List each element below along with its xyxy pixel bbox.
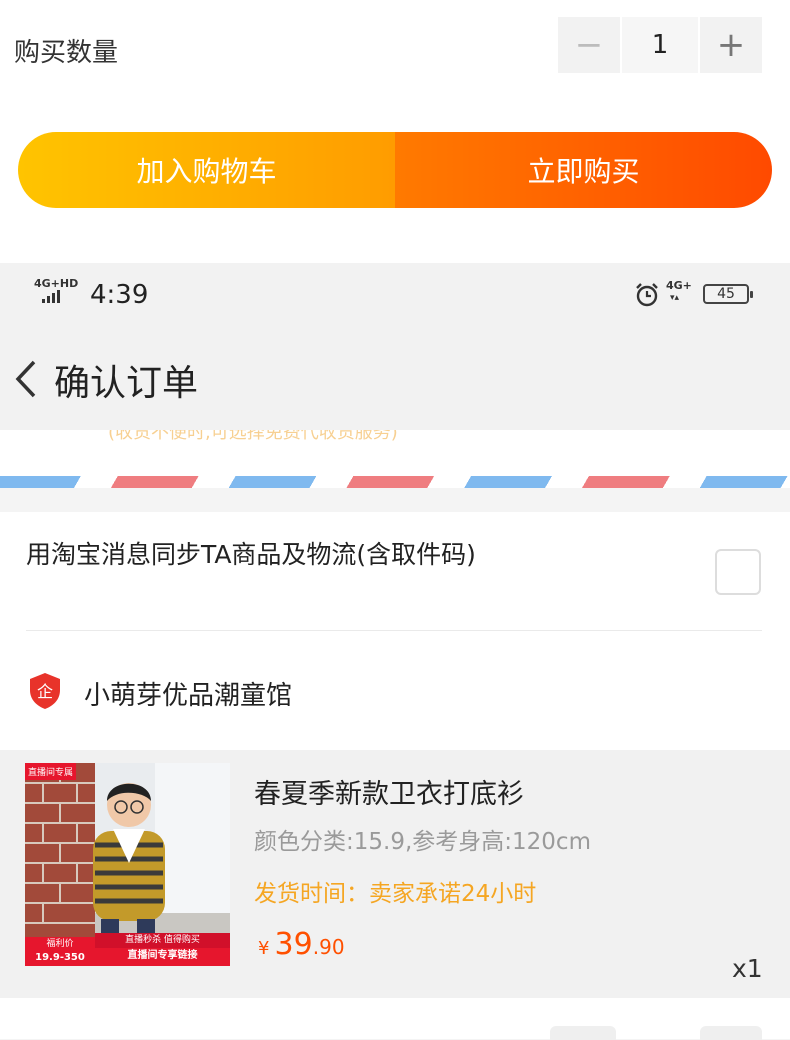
network-indicator-right: 4G+ (666, 279, 692, 292)
address-hint-text: (收货不便时,可选择免费代收货服务) (108, 430, 398, 443)
welfare-label: 福利价 (46, 939, 74, 949)
item-spec: 颜色分类:15.9,参考身高:120cm (254, 829, 591, 855)
purchase-bar: 加入购物车 立即购买 (18, 132, 772, 208)
partial-control (700, 1026, 762, 1040)
live-banner-line1: 直播秒杀 值得购买 (95, 933, 230, 948)
quantity-stepper[interactable]: − 1 + (558, 17, 762, 73)
partial-control (550, 1026, 616, 1040)
signal-icon (42, 290, 60, 303)
divider (26, 630, 762, 631)
price-decimal: .90 (312, 935, 345, 959)
item-quantity: x1 (732, 954, 763, 983)
quantity-value[interactable]: 1 (622, 17, 698, 73)
chevron-left-icon[interactable] (8, 354, 48, 404)
increase-button[interactable]: + (700, 17, 762, 73)
live-banner-line2: 直播间专享链接 (127, 950, 198, 961)
item-title: 春夏季新款卫衣打底衫 (254, 779, 524, 810)
product-thumbnail[interactable]: 直播间专属 福利价 19.9-350 直播秒杀 值得购买 直播间专享链接 (25, 763, 230, 966)
shipping-promise: 发货时间：卖家承诺24小时 (254, 881, 537, 907)
enterprise-shield-icon: 企 (30, 673, 60, 709)
page-title: 确认订单 (54, 363, 199, 404)
buy-now-button[interactable]: 立即购买 (395, 132, 772, 208)
spacer (0, 488, 790, 512)
price-currency: ¥ (258, 938, 270, 959)
airmail-stripe-divider (0, 476, 790, 488)
alarm-icon (636, 283, 658, 307)
data-arrows-icon: ▾▴ (670, 293, 680, 303)
clock: 4:39 (90, 280, 149, 310)
quantity-label: 购买数量 (14, 38, 119, 68)
item-price: ¥ 39.90 (258, 927, 345, 962)
next-section (0, 998, 790, 1039)
price-integer: 39 (274, 927, 313, 962)
live-banner: 直播秒杀 值得购买 直播间专享链接 (95, 933, 230, 966)
sync-option-label: 用淘宝消息同步TA商品及物流(含取件码) (26, 540, 476, 569)
welfare-price-badge: 福利价 19.9-350 (25, 937, 95, 966)
battery-icon: 45 (703, 284, 753, 304)
live-badge: 直播间专属 (25, 763, 77, 780)
shop-icon-glyph: 企 (37, 682, 53, 701)
decrease-button[interactable]: − (558, 17, 620, 73)
add-to-cart-button[interactable]: 加入购物车 (18, 132, 395, 208)
sync-checkbox[interactable] (715, 549, 761, 595)
welfare-range: 19.9-350 (35, 952, 85, 963)
network-indicator: 4G+HD (34, 277, 79, 290)
address-hint-strip: (收货不便时,可选择免费代收货服务) (0, 430, 790, 470)
shop-name[interactable]: 小萌芽优品潮童馆 (84, 675, 292, 712)
